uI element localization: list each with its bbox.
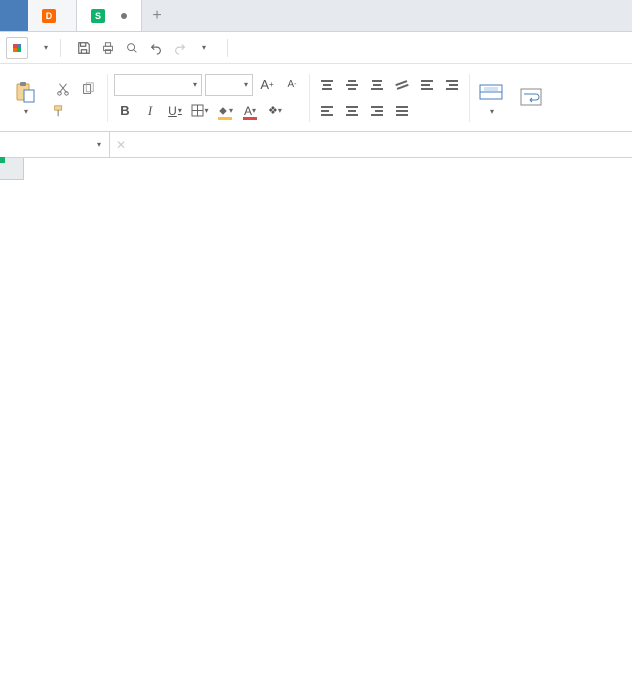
align-top-button[interactable]	[316, 74, 338, 96]
merge-group: ▾	[472, 70, 510, 126]
spreadsheet-grid[interactable]	[0, 158, 632, 688]
undo-button[interactable]	[145, 37, 167, 59]
font-size-combo[interactable]: ▾	[205, 74, 253, 96]
tab-add-button[interactable]: +	[142, 0, 172, 31]
save-button[interactable]	[73, 37, 95, 59]
chevron-down-icon: ▾	[97, 140, 101, 149]
align-middle-button[interactable]	[341, 74, 363, 96]
clipboard-group	[46, 70, 105, 126]
select-all-corner[interactable]	[0, 158, 24, 180]
italic-button[interactable]: I	[139, 100, 161, 122]
redo-button[interactable]	[169, 37, 191, 59]
dirty-dot-icon	[121, 13, 127, 19]
file-menu[interactable]: ▾	[34, 43, 54, 52]
underline-button[interactable]: U▾	[164, 100, 186, 122]
font-grow-button[interactable]: A+	[256, 74, 278, 96]
font-color-button[interactable]: A▾	[239, 100, 261, 122]
paste-icon[interactable]	[12, 79, 38, 105]
tab-home[interactable]	[0, 0, 28, 31]
menu-bar: ▾ ▾	[0, 32, 632, 64]
merge-icon[interactable]	[478, 79, 504, 105]
sheet-icon: S	[91, 9, 105, 23]
wrap-icon[interactable]	[518, 84, 544, 110]
indent-decrease-button[interactable]	[416, 74, 438, 96]
title-tabs: D S +	[0, 0, 632, 32]
font-shrink-button[interactable]: A-	[281, 74, 303, 96]
ribbon: ▾ ▾ ▾ A+ A- B I U▾ ▾ ▾ A▾ ❖▾	[0, 64, 632, 132]
bold-button[interactable]: B	[114, 100, 136, 122]
wrap-group	[512, 70, 550, 126]
orientation-button[interactable]	[391, 74, 413, 96]
align-left-button[interactable]	[316, 100, 338, 122]
tab-workbook[interactable]: S	[77, 0, 142, 31]
paste-group: ▾	[6, 70, 44, 126]
indent-increase-button[interactable]	[441, 74, 463, 96]
merge-label[interactable]: ▾	[488, 107, 494, 116]
fill-color-button[interactable]: ▾	[214, 100, 236, 122]
app-menu-button[interactable]	[6, 37, 28, 59]
font-name-combo[interactable]: ▾	[114, 74, 202, 96]
name-box[interactable]: ▾	[0, 132, 110, 157]
formula-bar: ▾ ✕	[0, 132, 632, 158]
effects-button[interactable]: ❖▾	[264, 100, 286, 122]
cancel-edit-button[interactable]: ✕	[116, 138, 126, 152]
border-button[interactable]: ▾	[189, 100, 211, 122]
cut-button[interactable]	[52, 78, 74, 100]
align-right-button[interactable]	[366, 100, 388, 122]
justify-button[interactable]	[391, 100, 413, 122]
format-painter-button[interactable]	[52, 104, 99, 118]
print-button[interactable]	[97, 37, 119, 59]
paste-label[interactable]: ▾	[22, 107, 28, 116]
chevron-down-icon: ▾	[44, 43, 48, 52]
quick-access-toolbar: ▾	[73, 37, 215, 59]
docer-icon: D	[42, 9, 56, 23]
align-center-button[interactable]	[341, 100, 363, 122]
tab-template[interactable]: D	[28, 0, 77, 31]
print-preview-button[interactable]	[121, 37, 143, 59]
align-bottom-button[interactable]	[366, 74, 388, 96]
copy-button[interactable]	[77, 78, 99, 100]
qat-customize[interactable]: ▾	[193, 37, 215, 59]
